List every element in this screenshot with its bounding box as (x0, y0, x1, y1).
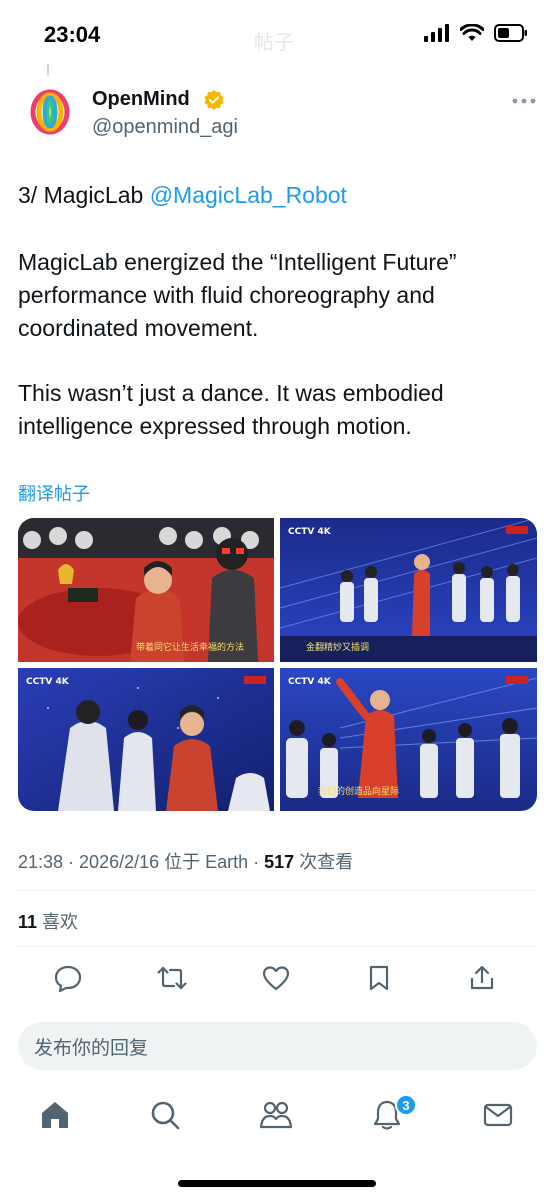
retweet-icon (157, 966, 187, 990)
views-count[interactable]: 517 (264, 852, 294, 872)
bookmark-icon (369, 965, 389, 991)
media-caption-1: 带着同它让生活幸福的方法 (136, 641, 244, 653)
openmind-logo-icon (30, 89, 70, 135)
retweet-button[interactable] (156, 962, 188, 994)
avatar[interactable] (28, 88, 72, 136)
status-icons (424, 24, 528, 42)
media-caption-4: 我们的创造品向星际 (318, 785, 399, 797)
search-icon (151, 1101, 180, 1130)
author-handle[interactable]: @openmind_agi (92, 116, 238, 139)
media-photo-1[interactable]: 带着同它让生活幸福的方法 (18, 518, 274, 662)
media-photo-2[interactable]: CCTV 4K 金翻精妙又插调 (280, 518, 537, 662)
divider (18, 946, 536, 947)
likes-count: 11 (18, 912, 38, 932)
tweet-title-line: 3/ MagicLab @MagicLab_Robot (18, 179, 538, 212)
status-bar: 帖子 23:04 (0, 0, 554, 70)
tweet-paragraph-1: MagicLab energized the “Intelligent Futu… (18, 249, 457, 341)
mention-link[interactable]: @MagicLab_Robot (150, 182, 347, 208)
notification-count-badge: 3 (395, 1094, 417, 1116)
likes-summary[interactable]: 11 喜欢 (18, 908, 78, 934)
author-name[interactable]: OpenMind (92, 88, 190, 111)
tweet-prefix: 3/ MagicLab (18, 182, 150, 208)
reply-icon (54, 965, 82, 992)
media-grid: 带着同它让生活幸福的方法 CCTV 4K 金翻精妙又插调 CCTV 4K CCT… (18, 518, 537, 811)
media-photo-3[interactable]: CCTV 4K (18, 668, 274, 811)
broadcast-tag-3: CCTV 4K (26, 677, 70, 687)
cellular-signal-icon (424, 24, 449, 42)
divider (18, 890, 536, 891)
nav-search[interactable] (148, 1098, 182, 1132)
more-options-icon[interactable] (512, 96, 536, 106)
share-icon (470, 965, 494, 990)
share-button[interactable] (466, 962, 498, 994)
nav-messages[interactable] (481, 1098, 515, 1132)
communities-icon (259, 1101, 293, 1129)
meta-separator: · (63, 852, 80, 872)
reply-input[interactable]: 发布你的回复 (18, 1022, 537, 1070)
media-photo-4[interactable]: CCTV 4K 我们的创造品向星际 (280, 668, 537, 811)
messages-icon (483, 1103, 513, 1127)
broadcast-tag-2: CCTV 4K (288, 527, 332, 537)
home-icon (42, 1102, 68, 1128)
reply-button[interactable] (52, 962, 84, 994)
wifi-icon (460, 24, 484, 41)
nav-home[interactable] (38, 1098, 72, 1132)
nav-communities[interactable] (259, 1098, 293, 1132)
bookmark-button[interactable] (363, 962, 395, 994)
translate-post-link[interactable]: 翻译帖子 (18, 480, 90, 506)
media-caption-2: 金翻精妙又插调 (306, 641, 369, 653)
views-label: 次查看 (294, 852, 354, 872)
faded-page-title: 帖子 (254, 32, 294, 54)
tweet-meta: 21:38 · 2026/2/16 位于 Earth · 517 次查看 (18, 848, 353, 874)
likes-label: 喜欢 (37, 912, 79, 932)
like-icon (262, 966, 290, 991)
broadcast-tag-4: CCTV 4K (288, 677, 332, 687)
meta-separator: · (248, 852, 265, 872)
thread-connector-line (47, 64, 49, 76)
tweet-time: 21:38 (18, 852, 64, 872)
home-indicator[interactable] (178, 1180, 376, 1187)
status-time: 23:04 (44, 22, 101, 47)
tweet-paragraph-2: This wasn’t just a dance. It was embodie… (18, 380, 444, 439)
battery-icon (494, 24, 527, 42)
tweet-date-location: 2026/2/16 位于 Earth (79, 852, 249, 872)
like-button[interactable] (260, 962, 292, 994)
verified-badge-icon (204, 90, 224, 110)
